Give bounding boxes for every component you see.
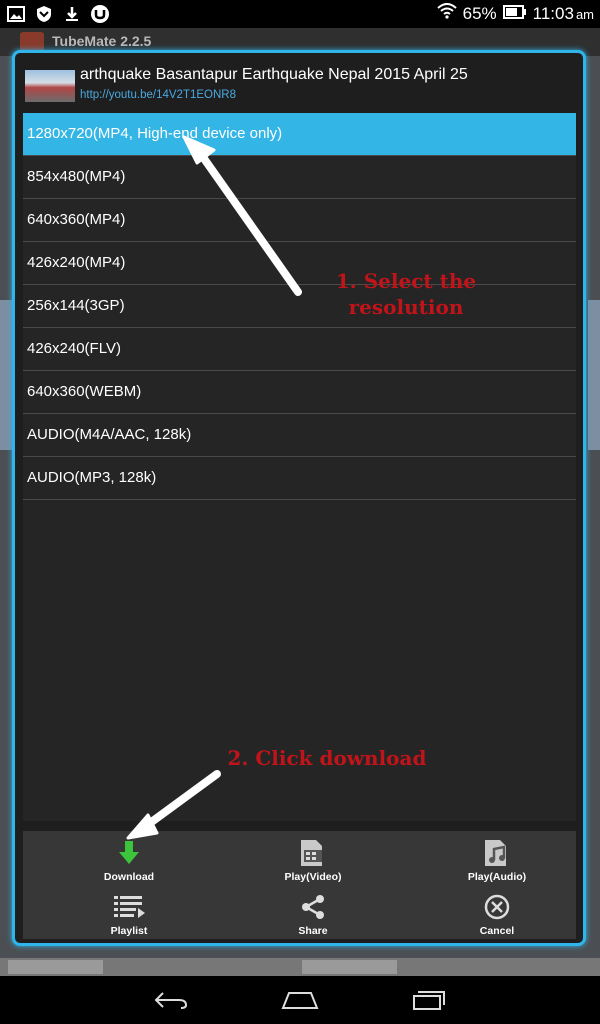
home-icon[interactable] (275, 986, 325, 1014)
playlist-button[interactable]: Playlist (69, 891, 189, 937)
resolution-item-854x480-mp4[interactable]: 854x480(MP4) (23, 156, 576, 199)
play-audio-button[interactable]: Play(Audio) (437, 837, 557, 883)
dialog-header: arthquake Basantapur Earthquake Nepal 20… (25, 65, 575, 109)
playlist-label: Playlist (110, 925, 148, 937)
status-bar: 65% 11:03 am (0, 0, 600, 28)
download-notify-icon (62, 4, 82, 24)
film-icon (296, 837, 330, 869)
shield-icon (34, 4, 54, 24)
battery-percent: 65% (462, 3, 497, 23)
share-icon (296, 891, 330, 923)
play-audio-label: Play(Audio) (467, 871, 527, 883)
play-video-button[interactable]: Play(Video) (253, 837, 373, 883)
back-icon[interactable] (146, 986, 196, 1014)
cancel-x-circle-icon (480, 891, 514, 923)
background-content-left (0, 300, 12, 450)
annotation-step-1: 1. Select the resolution (316, 268, 496, 320)
image-icon (6, 4, 26, 24)
resolution-item-audio-m4a[interactable]: AUDIO(M4A/AAC, 128k) (23, 414, 576, 457)
video-title: arthquake Basantapur Earthquake Nepal 20… (80, 66, 468, 83)
navigation-bar (0, 976, 600, 1024)
resolution-item-426x240-flv[interactable]: 426x240(FLV) (23, 328, 576, 371)
share-button[interactable]: Share (253, 891, 373, 937)
wifi-icon (436, 3, 457, 24)
cancel-label: Cancel (479, 925, 515, 937)
background-thumbnail (302, 960, 397, 974)
playlist-icon (112, 891, 146, 923)
video-url[interactable]: http://youtu.be/14V2T1EONR8 (80, 89, 236, 101)
annotation-step-1-line-1: 1. Select the (335, 269, 477, 293)
background-content-right (588, 300, 600, 450)
share-label: Share (298, 925, 328, 937)
resolution-dialog: arthquake Basantapur Earthquake Nepal 20… (12, 50, 586, 946)
play-video-label: Play(Video) (284, 871, 342, 883)
cancel-button[interactable]: Cancel (437, 891, 557, 937)
music-file-icon (480, 837, 514, 869)
clock: 11:03 am (533, 4, 594, 24)
annotation-step-1-line-2: resolution (348, 295, 464, 319)
video-thumbnail (25, 70, 75, 102)
battery-icon (502, 4, 527, 24)
resolution-item-640x360-mp4[interactable]: 640x360(MP4) (23, 199, 576, 242)
resolution-item-1280x720-mp4[interactable]: 1280x720(MP4, High-end device only) (23, 113, 576, 156)
clock-time: 11:03 (532, 3, 574, 23)
resolution-item-audio-mp3[interactable]: AUDIO(MP3, 128k) (23, 457, 576, 500)
background-app-title: TubeMate 2.2.5 (52, 33, 152, 49)
background-thumbnail (8, 960, 103, 974)
utorrent-icon (90, 4, 110, 24)
download-arrow-icon (112, 837, 146, 869)
download-button[interactable]: Download (69, 837, 189, 883)
resolution-list: 1280x720(MP4, High-end device only) 854x… (23, 113, 576, 821)
resolution-item-640x360-webm[interactable]: 640x360(WEBM) (23, 371, 576, 414)
annotation-step-2: 2. Click download (227, 746, 427, 770)
dialog-toolbar: Download Play(Video) Play(Audio) Playlis… (23, 831, 576, 939)
recent-apps-icon[interactable] (404, 986, 454, 1014)
download-label: Download (103, 871, 155, 883)
clock-ampm: am (575, 6, 594, 22)
tubemate-logo-icon (20, 32, 44, 52)
